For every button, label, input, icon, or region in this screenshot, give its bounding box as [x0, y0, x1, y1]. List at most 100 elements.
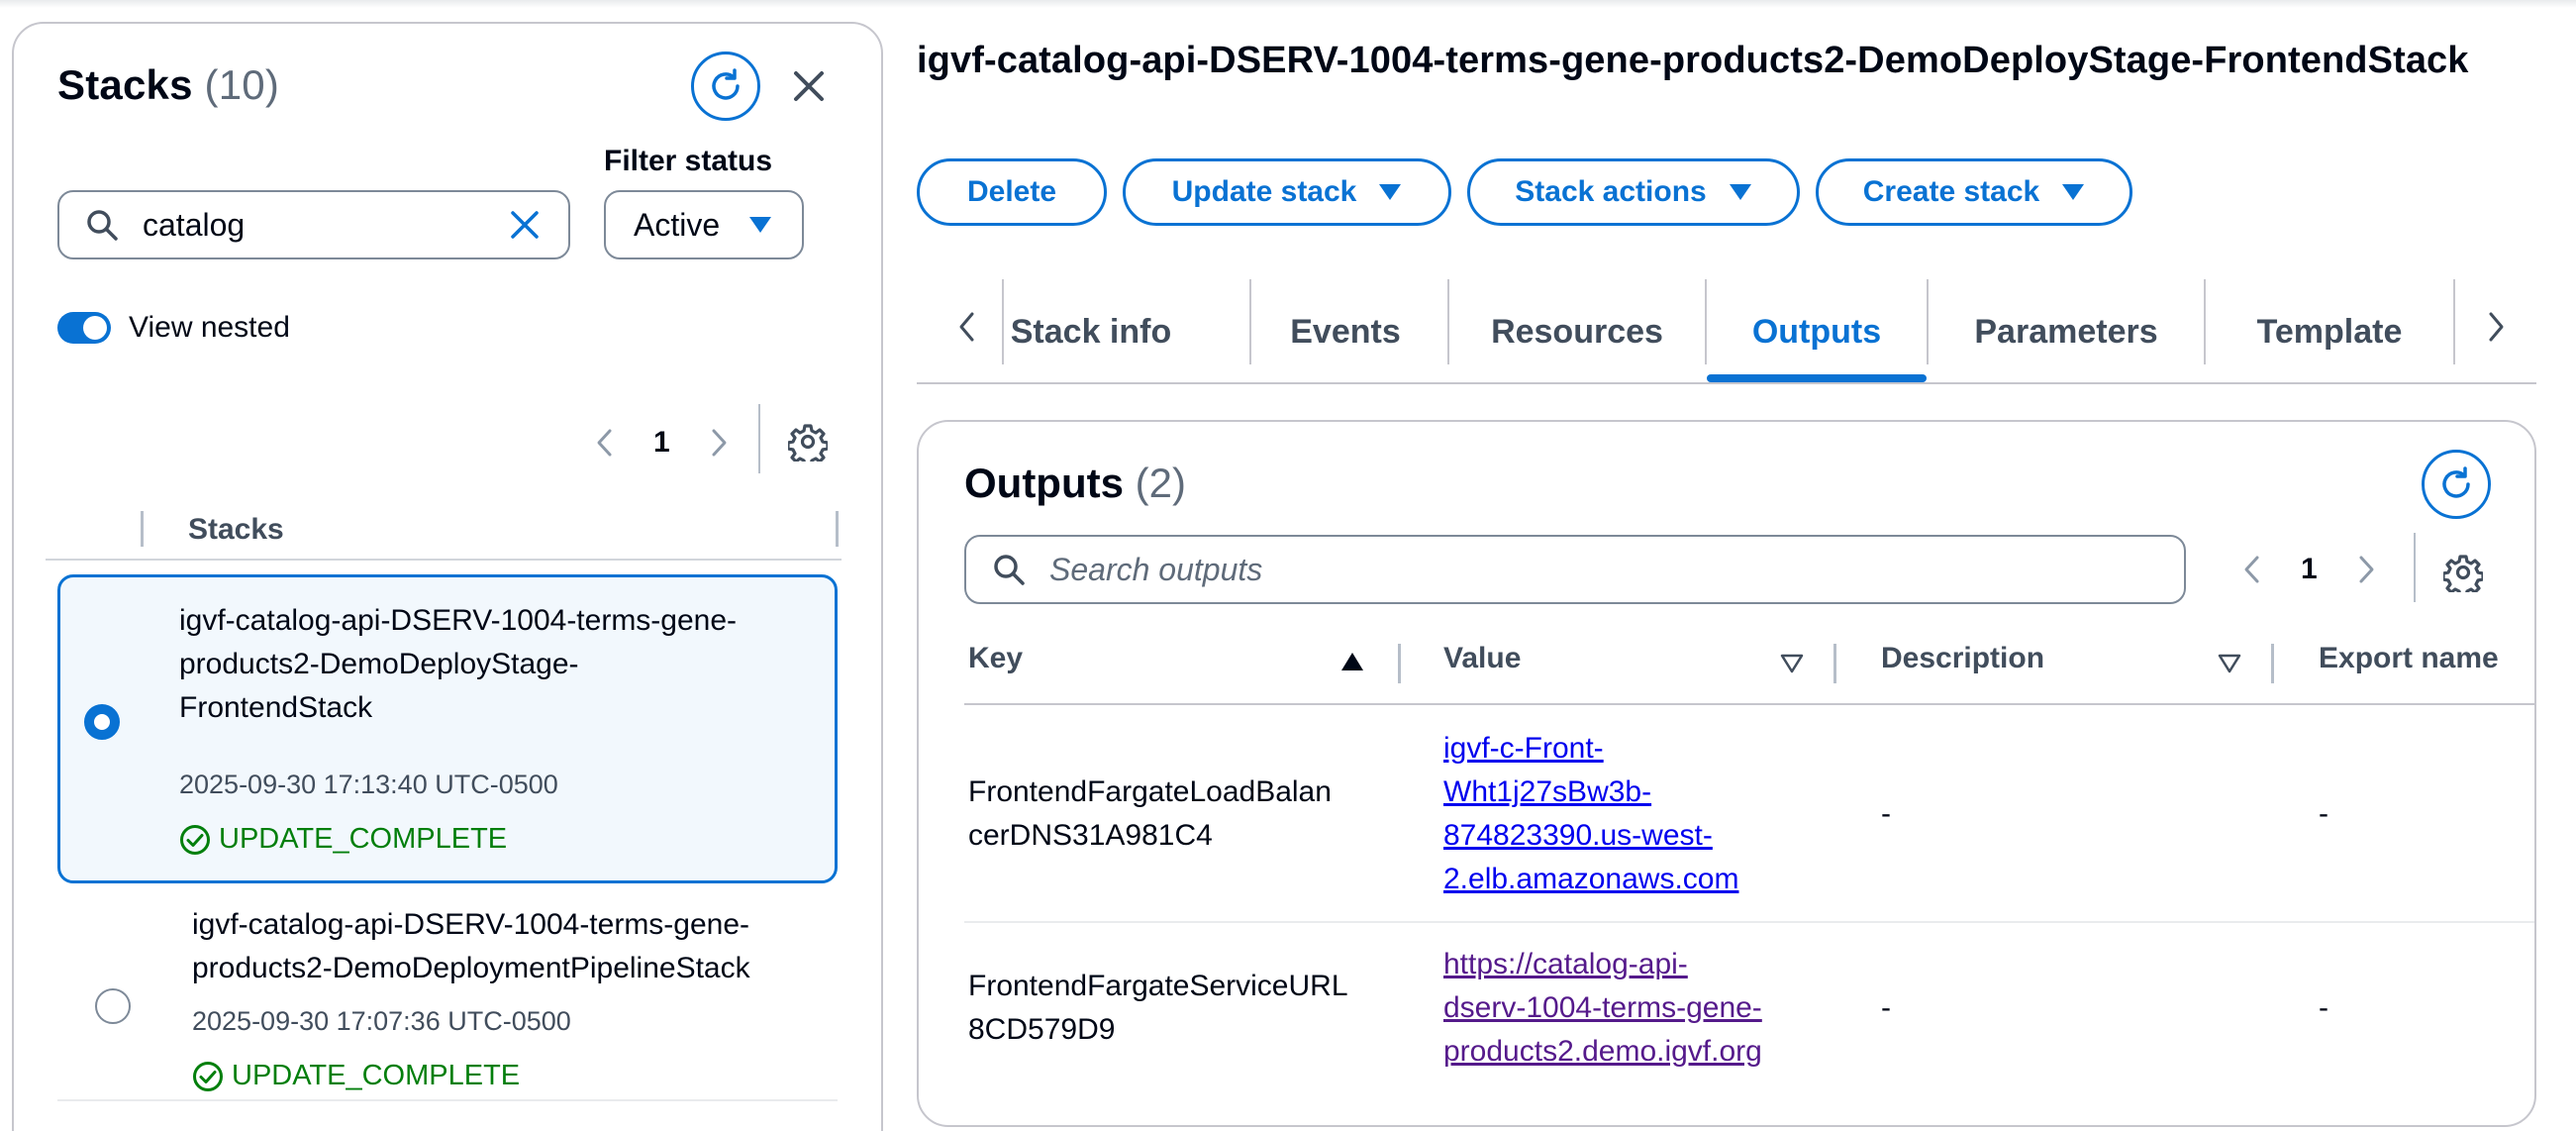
tab-stack-info[interactable]: Stack info	[1004, 279, 1178, 384]
caret-down-icon	[2062, 184, 2085, 200]
view-nested-toggle[interactable]	[57, 312, 111, 344]
page-title: igvf-catalog-api-DSERV-1004-terms-gene-p…	[917, 40, 2469, 81]
search-icon	[87, 210, 118, 241]
view-nested-label: View nested	[129, 311, 290, 344]
refresh-stacks-button[interactable]	[691, 51, 760, 121]
output-description: -	[1881, 797, 1891, 830]
filter-status-select[interactable]: Active	[604, 190, 804, 259]
stack-radio-selected[interactable]	[84, 704, 120, 740]
row-divider	[57, 1099, 838, 1101]
row-divider	[964, 921, 2534, 923]
previous-page-button[interactable]	[2231, 555, 2271, 584]
header-resize-handle[interactable]	[836, 511, 839, 547]
outputs-container: Outputs (2) Search outputs 1 Key Value D…	[917, 420, 2536, 1127]
refresh-outputs-button[interactable]	[2422, 450, 2491, 519]
stacks-pagination: 1	[584, 426, 740, 460]
gear-icon	[788, 424, 828, 462]
tab-parameters[interactable]: Parameters	[1929, 279, 2204, 384]
output-value-link[interactable]: igvf-c-Front- Wht1j27sBw3b- 874823390.us…	[1443, 727, 1738, 901]
next-page-button[interactable]	[2347, 555, 2387, 584]
current-page[interactable]: 1	[2301, 553, 2318, 586]
tab-bar: Stack info Events Resources Outputs Para…	[917, 279, 2536, 384]
output-description: -	[1881, 991, 1891, 1024]
success-check-icon	[193, 1061, 223, 1091]
chevron-right-icon	[2489, 312, 2504, 342]
view-nested-toggle-row: View nested	[57, 311, 290, 345]
sort-icon[interactable]	[1780, 654, 1804, 673]
delete-button[interactable]: Delete	[917, 158, 1107, 226]
stack-actions-button[interactable]: Stack actions	[1467, 158, 1800, 226]
stack-date: 2025-09-30 17:07:36 UTC-0500	[192, 1006, 571, 1036]
pager-divider	[2414, 533, 2416, 602]
sort-icon[interactable]	[2218, 654, 2241, 673]
tab-scroll-right-button[interactable]	[2477, 307, 2517, 347]
update-stack-button[interactable]: Update stack	[1123, 158, 1451, 226]
caret-down-icon	[1729, 184, 1751, 200]
tab-scroll-left-button[interactable]	[946, 307, 986, 347]
column-header-export-name[interactable]: Export name	[2319, 642, 2499, 675]
stack-radio[interactable]	[95, 988, 131, 1024]
outputs-pagination: 1	[2231, 553, 2387, 586]
status-badge: UPDATE_COMPLETE	[192, 1060, 520, 1092]
stacks-panel: Stacks (10) Filter status catalog Active	[12, 22, 883, 1131]
stacks-panel-title: Stacks (10)	[57, 61, 280, 108]
output-export-name: -	[2319, 991, 2328, 1024]
status-badge: UPDATE_COMPLETE	[179, 823, 507, 856]
stacks-column-label: Stacks	[188, 513, 284, 546]
column-header-value[interactable]: Value	[1443, 642, 1521, 675]
refresh-icon	[712, 68, 740, 100]
chevron-right-icon	[2359, 556, 2374, 583]
top-shadow	[0, 0, 2576, 8]
stack-row[interactable]: igvf-catalog-api-DSERV-1004-terms-gene- …	[57, 883, 838, 1121]
column-header-key[interactable]: Key	[968, 642, 1023, 675]
success-check-icon	[180, 824, 210, 855]
column-header-description[interactable]: Description	[1881, 642, 2044, 675]
clear-icon	[511, 211, 539, 239]
gear-icon	[2443, 555, 2483, 592]
clear-search-button[interactable]	[505, 205, 545, 245]
outputs-preferences-button[interactable]	[2443, 553, 2483, 592]
outputs-search-placeholder: Search outputs	[1049, 551, 1263, 587]
chevron-right-icon	[712, 429, 727, 457]
filter-status-value: Active	[634, 206, 721, 243]
output-key: FrontendFargateLoadBalan cerDNS31A981C4	[968, 775, 1332, 852]
search-icon	[994, 555, 1025, 585]
stack-name[interactable]: igvf-catalog-api-DSERV-1004-terms-gene- …	[179, 599, 813, 730]
chevron-left-icon	[959, 312, 974, 342]
tab-template[interactable]: Template	[2206, 279, 2453, 384]
filter-status-label: Filter status	[604, 145, 773, 177]
close-panel-button[interactable]	[784, 61, 834, 111]
close-icon	[794, 71, 824, 101]
stack-search-input[interactable]: catalog	[57, 190, 570, 259]
column-resize-handle[interactable]	[2271, 644, 2274, 683]
pager-divider	[758, 404, 760, 473]
create-stack-button[interactable]: Create stack	[1816, 158, 2132, 226]
stacks-preferences-button[interactable]	[788, 422, 828, 462]
outputs-search-input[interactable]: Search outputs	[964, 535, 2186, 604]
caret-down-icon	[749, 217, 771, 233]
chevron-left-icon	[597, 429, 612, 457]
column-resize-handle[interactable]	[1398, 644, 1401, 683]
next-page-button[interactable]	[700, 428, 740, 458]
header-divider	[141, 511, 144, 547]
refresh-icon	[2442, 466, 2470, 498]
current-page[interactable]: 1	[653, 426, 670, 460]
tab-resources[interactable]: Resources	[1449, 279, 1705, 384]
output-key: FrontendFargateServiceURL 8CD579D9	[968, 970, 1348, 1046]
sort-ascending-icon[interactable]	[1340, 652, 1364, 671]
search-value: catalog	[143, 206, 246, 243]
tab-events[interactable]: Events	[1251, 279, 1439, 384]
chevron-left-icon	[2244, 556, 2259, 583]
outputs-title: Outputs (2)	[964, 460, 1186, 506]
table-header-divider	[964, 703, 2534, 705]
caret-down-icon	[1379, 184, 1402, 200]
stack-name[interactable]: igvf-catalog-api-DSERV-1004-terms-gene- …	[192, 903, 826, 990]
tab-divider	[2453, 279, 2455, 364]
stack-date: 2025-09-30 17:13:40 UTC-0500	[179, 770, 558, 799]
tab-outputs[interactable]: Outputs	[1707, 279, 1927, 384]
output-value-link[interactable]: https://catalog-api- dserv-1004-terms-ge…	[1443, 943, 1762, 1074]
output-export-name: -	[2319, 797, 2328, 830]
column-resize-handle[interactable]	[1833, 644, 1836, 683]
previous-page-button[interactable]	[584, 428, 624, 458]
stack-row[interactable]: igvf-catalog-api-DSERV-1004-terms-gene- …	[57, 574, 838, 883]
